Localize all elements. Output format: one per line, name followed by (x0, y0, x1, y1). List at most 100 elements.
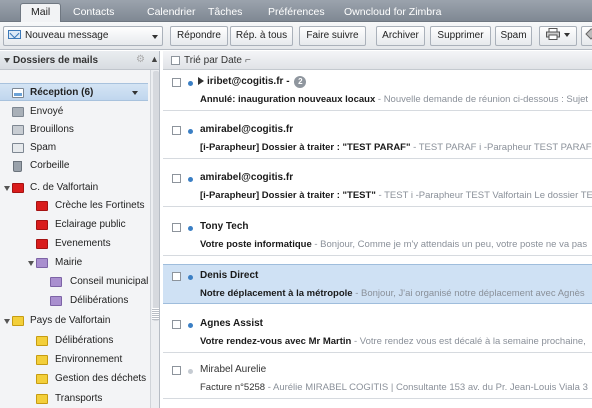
folder-icon (36, 394, 48, 404)
tab-contacts[interactable]: Contacts (73, 4, 114, 22)
message-checkbox[interactable] (172, 78, 181, 87)
message-list: Trié par Date ⌐ iribet@cogitis.fr - 2 Ann… (163, 51, 592, 408)
drafts-icon (12, 125, 24, 135)
resize-grip[interactable] (152, 308, 159, 320)
message-checkbox[interactable] (172, 320, 181, 329)
message-snippet: - Aurélie MIRABEL COGITIS | Consultante … (265, 382, 588, 393)
trash-icon (13, 161, 22, 172)
collapse-icon[interactable] (4, 58, 10, 63)
tab-tasks[interactable]: Tâches (208, 4, 242, 22)
chevron-down-icon[interactable] (132, 91, 138, 95)
sort-label: Trié par Date (184, 55, 242, 66)
unread-dot-icon[interactable] (188, 81, 193, 86)
tab-owncloud[interactable]: Owncloud for Zimbra (344, 4, 441, 22)
message-row[interactable]: Tony Tech Votre poste informatique - Bon… (163, 216, 592, 256)
select-all-checkbox[interactable] (171, 56, 180, 65)
folder-label: Environnement (55, 354, 123, 365)
message-snippet: - Bonjour, J'ai organisé notre déplaceme… (352, 288, 585, 299)
message-row[interactable]: iribet@cogitis.fr - 2 Annulé: inaugurati… (163, 71, 592, 111)
message-snippet: - Nouvelle demande de réunion ci-dessous… (375, 94, 589, 105)
archive-button[interactable]: Archiver (376, 26, 425, 46)
message-snippet: - TEST PARAF i -Parapheur TEST PARAF V (410, 142, 592, 153)
tab-mail[interactable]: Mail (20, 3, 62, 22)
unread-dot-icon[interactable] (188, 129, 193, 134)
spam-button[interactable]: Spam (495, 26, 532, 46)
tag-button[interactable] (581, 26, 592, 46)
reply-all-button[interactable]: Rép. à tous (230, 26, 293, 46)
spam-icon (12, 143, 24, 153)
print-button[interactable] (539, 26, 577, 46)
expand-icon[interactable] (4, 186, 10, 191)
message-sender: Tony Tech (200, 221, 249, 232)
new-message-label: Nouveau message (25, 30, 109, 41)
folder-icon (12, 316, 24, 326)
message-checkbox[interactable] (172, 174, 181, 183)
tab-preferences[interactable]: Préférences (268, 4, 325, 22)
folder-icon (12, 183, 24, 193)
unread-dot-icon[interactable] (188, 275, 193, 280)
sidebar-scrollbar[interactable] (150, 70, 159, 408)
sender-separator: - (283, 76, 293, 87)
delete-button[interactable]: Supprimer (430, 26, 491, 46)
expand-icon[interactable] (4, 319, 10, 324)
folder-label: Conseil municipal (70, 276, 149, 287)
read-dot-icon[interactable] (188, 369, 193, 374)
expand-thread-icon[interactable] (198, 77, 204, 85)
folder-label: C. de Valfortain (30, 182, 99, 193)
folder-label: Délibérations (55, 335, 114, 346)
expand-icon[interactable] (28, 261, 34, 266)
message-row[interactable]: amirabel@cogitis.fr [i-Parapheur] Dossie… (163, 167, 592, 207)
reply-button[interactable]: Répondre (170, 26, 228, 46)
unread-dot-icon[interactable] (188, 323, 193, 328)
folder-icon (36, 239, 48, 249)
message-checkbox[interactable] (172, 223, 181, 232)
message-row[interactable]: amirabel@cogitis.fr [i-Parapheur] Dossie… (163, 119, 592, 159)
sort-control[interactable]: Trié par Date ⌐ (184, 55, 251, 66)
tab-calendar[interactable]: Calendrier (147, 4, 195, 22)
app-tab-bar: Mail Contacts Calendrier Tâches Préféren… (0, 0, 592, 22)
gear-icon[interactable]: ⚙ (136, 54, 145, 65)
forward-button[interactable]: Faire suivre (299, 26, 366, 46)
folder-label: Evenements (55, 238, 111, 249)
message-row[interactable]: Agnes Assist Votre rendez-vous avec Mr M… (163, 313, 592, 353)
folder-label: Spam (30, 142, 57, 153)
folder-label: Envoyé (30, 106, 64, 117)
message-subject: [i-Parapheur] Dossier à traiter : "TEST … (200, 142, 411, 153)
folder-sidebar: Dossiers de mails ⚙ ▲ Réception (6) Envo… (0, 51, 160, 408)
message-checkbox[interactable] (172, 126, 181, 135)
message-snippet: - TEST i -Parapheur TEST Valfortain Le d… (375, 190, 592, 201)
folder-icon (50, 277, 62, 287)
chevron-down-icon[interactable] (152, 35, 158, 39)
inbox-icon (12, 88, 24, 98)
folders-header[interactable]: Dossiers de mails ⚙ ▲ (0, 51, 159, 70)
unread-dot-icon[interactable] (188, 226, 193, 231)
folder-label: Pays de Valfortain (30, 315, 111, 326)
new-message-button[interactable]: Nouveau message (3, 26, 163, 46)
folder-inbox[interactable]: Réception (6) (0, 83, 148, 101)
folder-label: Corbeille (30, 160, 70, 171)
folder-label: Gestion des déchets (55, 373, 147, 384)
message-sender: Denis Direct (200, 270, 259, 281)
folder-label: Réception (6) (30, 87, 94, 98)
folder-icon (50, 296, 62, 306)
thread-count-badge: 2 (294, 76, 307, 88)
message-list-header: Trié par Date ⌐ (163, 51, 592, 70)
scrollbar-thumb[interactable] (153, 71, 159, 321)
folders-header-label: Dossiers de mails (13, 55, 99, 66)
message-sender: Mirabel Aurelie (200, 364, 267, 375)
message-subject: Votre rendez-vous avec Mr Martin (200, 336, 352, 347)
message-checkbox[interactable] (172, 366, 181, 375)
message-checkbox[interactable] (172, 272, 181, 281)
folder-icon (36, 258, 48, 268)
unread-dot-icon[interactable] (188, 177, 193, 182)
message-subject: [i-Parapheur] Dossier à traiter : "TEST" (200, 190, 376, 201)
folder-label: Délibérations (70, 295, 129, 306)
folder-label: Crèche les Fortinets (55, 200, 145, 211)
message-row-selected[interactable]: Denis Direct Notre déplacement à la métr… (163, 264, 592, 304)
folder-icon (36, 355, 48, 365)
folder-label: Transports (55, 393, 103, 404)
message-snippet: - Bonjour, Comme je m'y attendais un peu… (311, 239, 588, 250)
message-row[interactable]: Mirabel Aurelie Facture n°5258 - Aurélie… (163, 359, 592, 399)
chevron-up-icon[interactable]: ▲ (150, 54, 159, 64)
tag-icon (585, 28, 592, 40)
